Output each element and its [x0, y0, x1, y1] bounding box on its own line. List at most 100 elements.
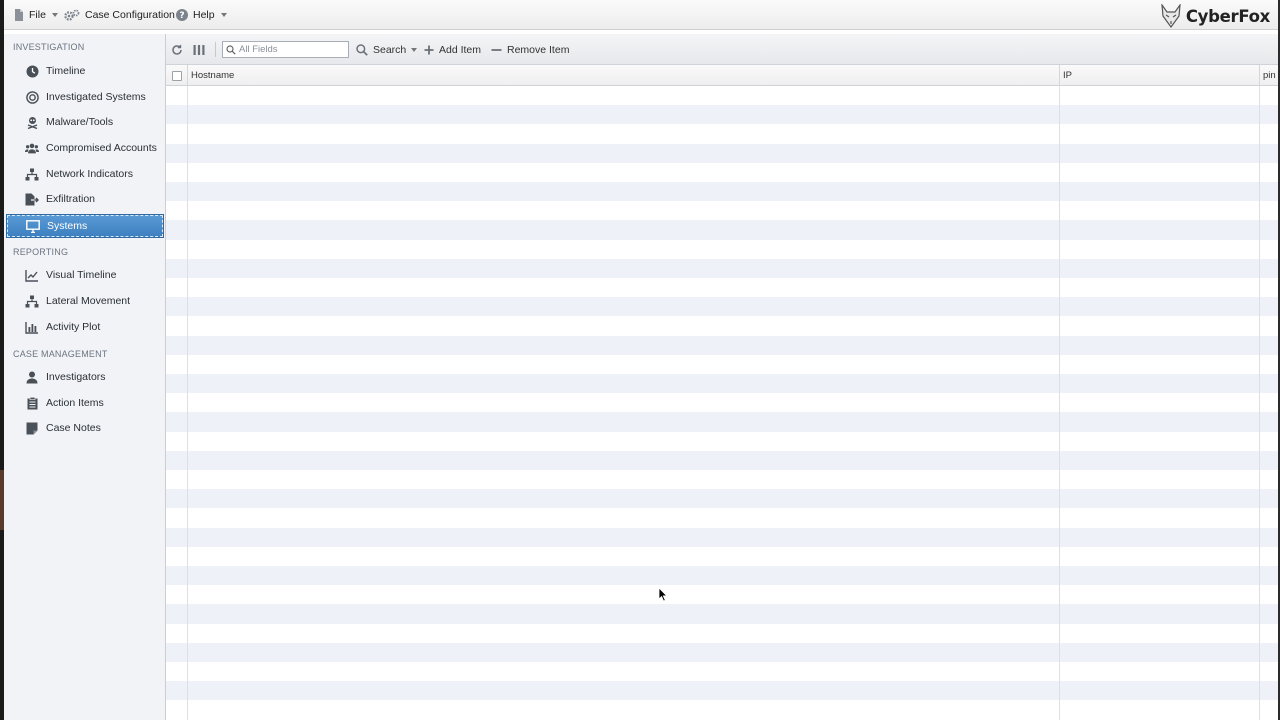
- sidebar-item-compromised-accounts[interactable]: Compromised Accounts: [6, 136, 164, 160]
- section-title-case-management: CASE MANAGEMENT: [13, 349, 108, 359]
- case-configuration-menu[interactable]: Case Configuration: [64, 0, 175, 30]
- sidebar-item-label: Compromised Accounts: [46, 142, 157, 154]
- sidebar-item-label: Lateral Movement: [46, 295, 131, 307]
- search-icon: [226, 44, 236, 55]
- empty-grid-row: [166, 681, 1278, 701]
- file-icon: [15, 9, 23, 21]
- toolbar-divider: [215, 42, 216, 57]
- empty-grid-row: [166, 662, 1278, 681]
- chevron-down-icon: [220, 13, 227, 17]
- file-menu[interactable]: File: [14, 0, 58, 30]
- empty-grid-row: [166, 470, 1278, 489]
- plus-icon: [424, 45, 434, 54]
- mouse-cursor-icon: [658, 587, 668, 602]
- column-header-hostname[interactable]: Hostname: [188, 65, 1060, 86]
- sidebar-item-label: Investigated Systems: [46, 91, 146, 103]
- add-item-button[interactable]: Add Item: [424, 34, 481, 65]
- clipboard-icon: [25, 396, 39, 410]
- help-circle-icon: ?: [176, 9, 188, 21]
- column-divider: [1059, 86, 1060, 720]
- empty-grid-row: [166, 412, 1278, 432]
- skull-crossbones-icon: [25, 115, 39, 129]
- empty-grid-row: [166, 585, 1278, 604]
- column-header-pin[interactable]: pin: [1260, 65, 1278, 86]
- desktop-icon: [26, 219, 40, 233]
- sidebar-item-systems[interactable]: Systems: [6, 214, 164, 238]
- sidebar-item-label: Malware/Tools: [46, 116, 114, 128]
- empty-grid-row: [166, 240, 1278, 259]
- columns-icon: [193, 44, 205, 55]
- empty-grid-row: [166, 278, 1278, 297]
- network-icon: [25, 167, 39, 181]
- desktop-edge: [0, 470, 4, 530]
- user-icon: [25, 370, 39, 384]
- empty-grid-row: [166, 393, 1278, 412]
- empty-grid-row: [166, 105, 1278, 125]
- search-field[interactable]: [222, 41, 349, 58]
- remove-item-button[interactable]: Remove Item: [491, 34, 569, 65]
- select-all-checkbox[interactable]: [172, 70, 182, 81]
- refresh-icon: [172, 44, 182, 55]
- sidebar-item-lateral-movement[interactable]: Lateral Movement: [6, 289, 164, 313]
- sidebar-item-label: Investigators: [46, 371, 106, 383]
- sidebar-item-label: Activity Plot: [46, 321, 101, 333]
- app-window: File Case Configuration ? Help CyberFox: [4, 0, 1278, 720]
- help-menu-label: Help: [193, 9, 215, 21]
- menu-bar: File Case Configuration ? Help CyberFox: [4, 0, 1278, 30]
- empty-grid-row: [166, 527, 1278, 547]
- empty-grid-row: [166, 604, 1278, 624]
- empty-grid-row: [166, 220, 1278, 240]
- sidebar-item-investigators[interactable]: Investigators: [6, 365, 164, 389]
- sidebar-item-label: Network Indicators: [46, 168, 133, 180]
- sidebar-item-label: Case Notes: [46, 422, 101, 434]
- bar-chart-icon: [25, 320, 39, 334]
- line-chart-icon: [25, 268, 39, 282]
- empty-grid-row: [166, 432, 1278, 451]
- section-title-reporting: REPORTING: [13, 247, 69, 257]
- sidebar-item-action-items[interactable]: Action Items: [6, 391, 164, 415]
- empty-grid-row: [166, 489, 1278, 509]
- empty-grid-row: [166, 450, 1278, 470]
- empty-grid-row: [166, 143, 1278, 163]
- sidebar-item-label: Timeline: [46, 65, 86, 77]
- refresh-button[interactable]: [171, 34, 183, 65]
- grid-toolbar: Search Add Item Remove Item: [166, 34, 1278, 65]
- search-button[interactable]: Search: [356, 34, 418, 65]
- sidebar-item-network-indicators[interactable]: Network Indicators: [6, 162, 164, 186]
- sidebar: INVESTIGATION Timeline Investigated Syst…: [4, 34, 166, 720]
- brand-logo: CyberFox: [1160, 2, 1270, 30]
- minus-icon: [491, 48, 502, 51]
- sidebar-item-case-notes[interactable]: Case Notes: [6, 416, 164, 440]
- fox-logo-icon: [1161, 4, 1181, 28]
- empty-grid-row: [166, 297, 1278, 317]
- empty-grid-row: [166, 642, 1278, 662]
- clock-icon: [25, 64, 39, 78]
- sidebar-item-visual-timeline[interactable]: Visual Timeline: [6, 263, 164, 287]
- svg-text:?: ?: [179, 11, 184, 21]
- sidebar-item-label: Visual Timeline: [46, 269, 117, 281]
- columns-button[interactable]: [193, 34, 205, 65]
- column-divider: [187, 86, 188, 720]
- sidebar-item-activity-plot[interactable]: Activity Plot: [6, 315, 164, 339]
- sidebar-item-investigated-systems[interactable]: Investigated Systems: [6, 85, 164, 109]
- sidebar-item-label: Action Items: [46, 397, 104, 409]
- search-input[interactable]: [239, 44, 339, 55]
- sidebar-item-exfiltration[interactable]: Exfiltration: [6, 187, 164, 211]
- empty-grid-row: [166, 508, 1278, 527]
- sidebar-item-timeline[interactable]: Timeline: [6, 59, 164, 83]
- sidebar-item-malware-tools[interactable]: Malware/Tools: [6, 110, 164, 134]
- empty-grid-row: [166, 316, 1278, 335]
- search-icon: [356, 43, 368, 56]
- column-header-ip[interactable]: IP: [1060, 65, 1260, 86]
- empty-grid-row: [166, 258, 1278, 278]
- empty-grid-row: [166, 182, 1278, 202]
- select-all-header[interactable]: [166, 65, 188, 86]
- file-export-icon: [25, 192, 39, 206]
- file-menu-label: File: [29, 9, 46, 21]
- grid-body[interactable]: [166, 86, 1278, 720]
- help-menu[interactable]: ? Help: [176, 0, 227, 30]
- empty-grid-row: [166, 547, 1278, 566]
- chevron-down-icon: [51, 13, 58, 17]
- sidebar-item-label: Systems: [47, 220, 88, 232]
- empty-grid-row: [166, 374, 1278, 394]
